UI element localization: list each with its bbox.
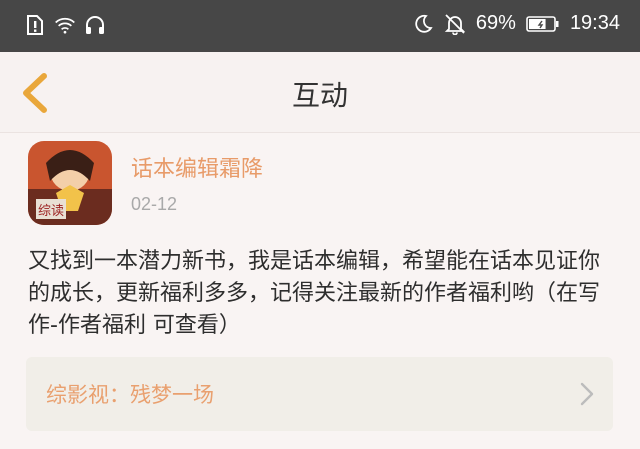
status-right: 69% 19:34 [412, 12, 620, 35]
status-left [24, 14, 106, 36]
status-bar: 69% 19:34 [0, 0, 640, 52]
wifi-question-icon [54, 14, 76, 36]
moon-icon [412, 13, 434, 35]
message-card: 综读 话本编辑霜降 02-12 又找到一本潜力新书，我是话本编辑，希望能在话本见… [0, 133, 640, 449]
author-name[interactable]: 话本编辑霜降 [131, 151, 263, 183]
page-title: 互动 [291, 79, 348, 112]
avatar[interactable]: 综读 [28, 141, 112, 225]
app-bar: 互动 [0, 52, 640, 133]
battery-fill [528, 18, 546, 29]
avatar-badge: 综读 [38, 204, 64, 219]
clock: 19:34 [569, 12, 620, 34]
message-date: 02-12 [131, 194, 178, 214]
chevron-right-icon [580, 382, 594, 406]
bell-off-icon [444, 13, 466, 35]
book-link-card[interactable]: 综影视：残梦一场 [26, 357, 613, 431]
sim-alert-icon [24, 14, 46, 36]
headset-icon [84, 14, 106, 36]
battery-percent: 69% [475, 12, 516, 34]
book-title: 综影视：残梦一场 [46, 383, 214, 407]
message-text: 又找到一本潜力新书，我是话本编辑，希望能在话本见证你的成长，更新福利多多，记得关… [28, 249, 601, 338]
battery-icon [526, 13, 560, 35]
